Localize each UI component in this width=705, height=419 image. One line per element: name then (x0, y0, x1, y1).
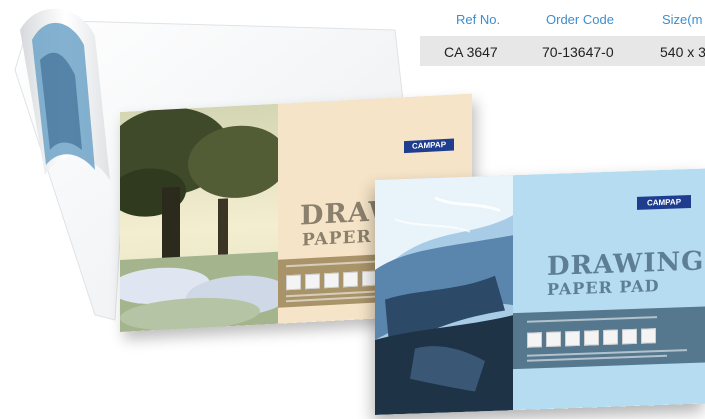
pen-icon (565, 330, 580, 347)
marker-icon (584, 330, 599, 346)
spec-line (527, 316, 657, 323)
blue-pad-subtitle: PAPER PAD (547, 276, 660, 299)
brush-icon (603, 329, 618, 346)
drawing-pad-blue-cover: CAMPAP DRAWING PAPER PAD (375, 168, 705, 415)
marker-icon (343, 271, 358, 288)
campap-logo: CAMPAP (404, 138, 454, 154)
drawing-tool-icons (527, 328, 660, 353)
tree-photo (120, 103, 278, 332)
order-code-cell: 70-13647-0 (542, 44, 614, 60)
pastel-icon (641, 328, 656, 344)
charcoal-icon (305, 273, 320, 290)
blue-pad-cover: CAMPAP DRAWING PAPER PAD (513, 168, 705, 411)
table-row: CA 3647 70-13647-0 540 x 3 (420, 36, 705, 66)
pencil-icon (527, 332, 542, 348)
charcoal-icon (546, 331, 561, 348)
ref-no-header: Ref No. (456, 12, 501, 27)
ref-no-cell: CA 3647 (444, 44, 498, 60)
pen-icon (324, 272, 339, 289)
pencil-icon (286, 274, 301, 291)
size-header: Size(m (662, 12, 703, 27)
ice-rock-photo (375, 175, 513, 415)
size-cell: 540 x 3 (660, 44, 705, 60)
order-code-header: Order Code (546, 12, 614, 27)
crayon-icon (622, 328, 637, 345)
campap-logo: CAMPAP (637, 194, 691, 210)
product-image: CAMPAP DRAW PAPER P CAMPAP DRAWING PAPER… (0, 0, 705, 419)
blue-pad-info-band (513, 306, 705, 370)
spec-table: Ref No. Order Code Size(m CA 3647 70-136… (420, 0, 705, 68)
